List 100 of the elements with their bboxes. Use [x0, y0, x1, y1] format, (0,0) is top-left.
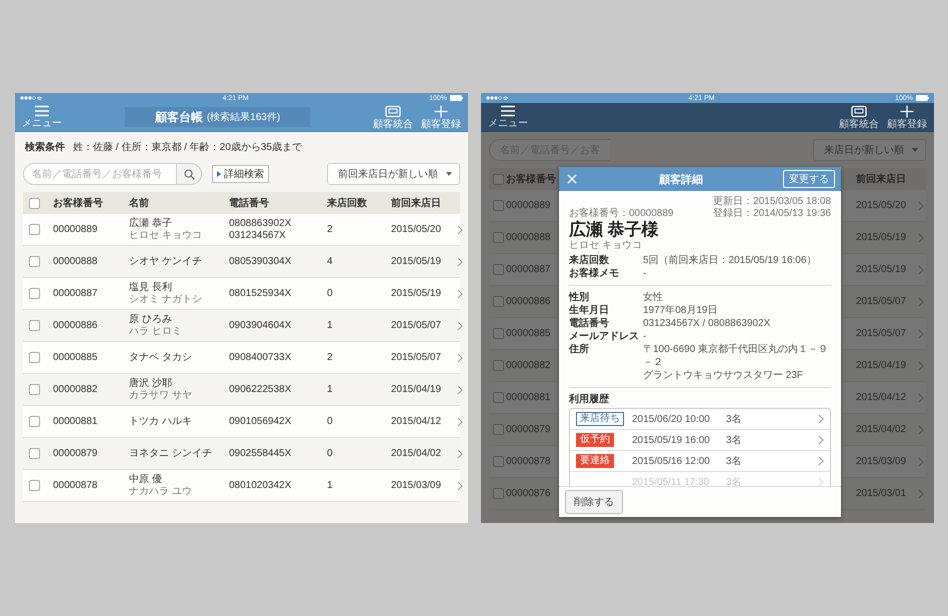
last-visit-date: 2015/03/01 [856, 488, 908, 499]
customer-number: 00000882 [506, 360, 552, 371]
column-header: 電話番号 [229, 196, 270, 210]
visit-count: 0 [327, 416, 334, 427]
party-size: 3名 [726, 434, 742, 447]
customer-name: ヨネタニ シンイチ [129, 448, 213, 460]
registered-date: 登録日：2014/05/13 19:36 [713, 208, 831, 220]
phone-number: 0902558445X [229, 448, 292, 460]
customer-name: タナベ タカシ [129, 352, 193, 364]
table-row[interactable]: 00000889 広瀬 恭子 ヒロセ キョウコ 0808863902X 031234567X 2 2015/05/20 [23, 214, 460, 246]
customer-number: 00000886 [53, 320, 98, 331]
last-visit-date: 2015/05/07 [391, 320, 442, 331]
sort-dropdown[interactable]: 前回来店日が新しい順 [327, 163, 460, 185]
phone-number: 0901056942X [229, 416, 292, 428]
last-visit-date: 2015/04/19 [391, 384, 442, 395]
phone-number: 0906222538X [229, 384, 292, 396]
customer-number: 00000879 [53, 448, 98, 459]
history-datetime: 2015/05/19 16:00 [632, 434, 711, 446]
visit-count: 0 [327, 288, 334, 299]
last-visit-date: 2015/05/19 [856, 264, 908, 275]
history-datetime: 2015/05/16 12:00 [632, 456, 711, 466]
customer-name: 唐沢 沙耶 [129, 378, 173, 390]
last-visit-date: 2015/04/02 [856, 424, 908, 435]
customer-name: 広瀬 恭子 [129, 218, 173, 230]
phone-number: 0801020342X [229, 480, 292, 492]
party-size: 3名 [726, 455, 742, 468]
history-datetime: 2015/05/11 17:30 [632, 476, 710, 486]
status-tag: 仮予約 [576, 433, 614, 447]
last-visit-date: 2015/05/19 [391, 256, 442, 267]
customer-number: 00000888 [506, 232, 552, 243]
phone-number: 0801525934X [229, 288, 292, 300]
visit-count: 1 [327, 480, 334, 491]
merge-customers-button[interactable]: 顧客統合 [836, 104, 882, 130]
visit-count: 0 [327, 448, 334, 459]
field-label: メールアドレス [569, 330, 640, 343]
customer-name: 原 ひろみ [129, 314, 173, 326]
column-header: 前回来店日 [391, 196, 442, 210]
search-field[interactable]: 名前／電話番号／お客様番号 [23, 163, 176, 185]
customer-number: 00000887 [506, 264, 552, 275]
delete-button[interactable]: 削除する [565, 490, 623, 514]
phone-number: 0808863902X [229, 218, 292, 230]
page-title: 顧客台帳 [154, 108, 203, 126]
table-row[interactable]: 00000878 中原 優 ナカハラ ユウ 0801020342X 1 2015/03/09 [23, 470, 460, 502]
field-value: 1977年08月19日 [643, 304, 718, 317]
table-row[interactable]: 00000881 トツカ ハルキ 0901056942X 0 2015/04/12 [23, 406, 460, 438]
conditions-label: 検索条件 [25, 140, 65, 154]
name-reading: ハラ ヒロミ [129, 326, 183, 337]
customer-number: 00000885 [506, 328, 552, 339]
column-header: 名前 [129, 196, 150, 210]
name-reading: ヒロセ キョウコ [569, 240, 643, 252]
customer-number: お客様番号：00000889 [569, 208, 674, 220]
field-label: 来店回数 [569, 254, 610, 267]
field-value: 〒100-6690 東京都千代田区丸の内１－９－２ [643, 343, 830, 369]
visit-count: 2 [327, 352, 334, 363]
customer-number: 00000881 [506, 392, 552, 403]
last-visit-date: 2015/03/09 [391, 480, 442, 491]
customer-name: 中原 優 [129, 474, 163, 486]
field-value: 031234567X / 0808863902X [643, 317, 772, 330]
table-row[interactable]: 00000887 塩見 長利 シオミ ナガトシ 0801525934X 0 2015/05/19 [23, 278, 460, 310]
column-header: 来店回数 [327, 196, 368, 210]
history-row[interactable]: 仮予約 2015/05/19 16:00 3名 [570, 430, 830, 451]
customer-number: 00000888 [53, 256, 98, 267]
table-row[interactable]: 00000885 タナベ タカシ 0908400733X 2 2015/05/07 [23, 342, 460, 374]
customer-number: 00000882 [53, 384, 98, 395]
field-label: お客様メモ [569, 267, 620, 280]
name-reading: カラサワ サヤ [129, 390, 193, 401]
customer-number: 00000889 [53, 224, 98, 235]
name-reading: シオミ ナガトシ [129, 294, 203, 305]
last-visit-date: 2015/05/20 [391, 224, 442, 235]
last-visit-date: 2015/05/19 [391, 288, 442, 299]
customer-name: トツカ ハルキ [129, 416, 193, 428]
add-customer-button[interactable]: 顧客登録 [884, 104, 930, 130]
last-visit-date: 2015/05/19 [856, 232, 908, 243]
customer-name: 塩見 長利 [129, 282, 173, 294]
customer-number: 00000885 [53, 352, 98, 363]
column-header: お客様番号 [53, 196, 104, 210]
section-label: 利用履歴 [569, 393, 610, 406]
field-label: 住所 [569, 343, 590, 357]
result-count: (検索結果163件) [206, 110, 280, 124]
customer-number: 00000878 [53, 480, 98, 491]
last-visit-date: 2015/05/07 [856, 328, 908, 339]
customer-number: 00000876 [506, 488, 552, 499]
phone-number: 0908400733X [229, 352, 292, 364]
last-visit-date: 2015/04/12 [391, 416, 442, 427]
party-size: 3名 [726, 413, 742, 426]
visit-count: 2 [327, 224, 334, 235]
name-reading: ヒロセ キョウコ [129, 230, 203, 241]
last-visit-date: 2015/03/09 [856, 456, 908, 467]
history-row[interactable]: 要連絡 2015/05/16 12:00 3名 [570, 451, 830, 472]
column-header: お客様番号 [506, 172, 557, 186]
menu-button[interactable]: メニュー [485, 105, 531, 129]
customer-number: 00000889 [506, 200, 552, 211]
field-value: グラントウキョウサウスタワー 23F [643, 369, 804, 382]
advanced-search-button[interactable]: 詳細検索 [212, 165, 269, 183]
visit-count: 1 [327, 384, 334, 395]
customer-name: シオヤ ケンイチ [129, 256, 203, 268]
phone-number: 0805390304X [229, 256, 292, 268]
history-row[interactable]: 来店待ち 2015/06/20 10:00 3名 [570, 409, 830, 430]
last-visit-date: 2015/05/20 [856, 200, 908, 211]
field-label: 生年月日 [569, 304, 610, 317]
